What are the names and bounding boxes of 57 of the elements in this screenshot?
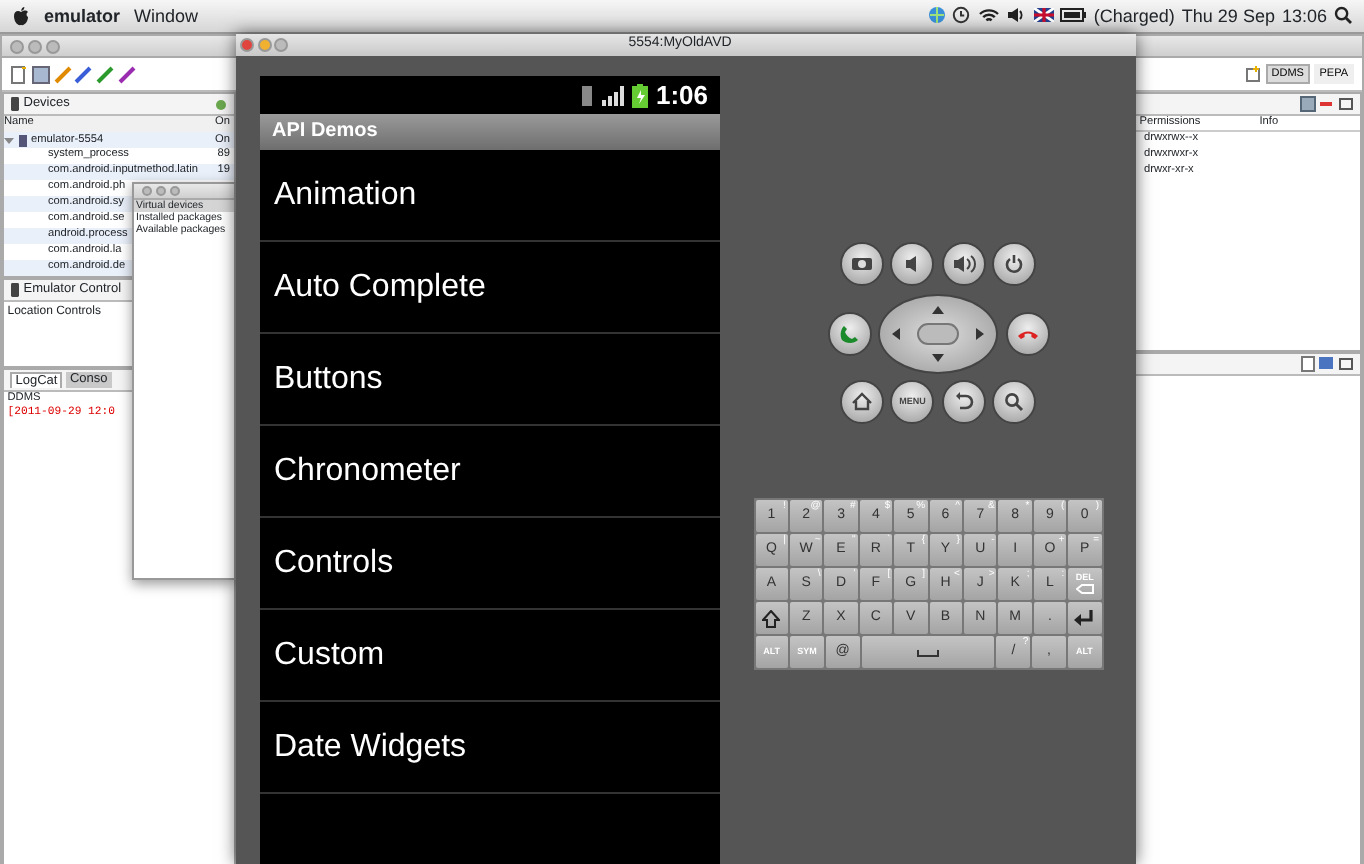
list-item[interactable]: Animation [260, 150, 720, 242]
clock-icon[interactable] [952, 6, 971, 25]
date-text: Thu 29 Sep [1181, 5, 1275, 27]
hang-up-button[interactable] [1005, 311, 1049, 355]
enter-arrow-icon [1074, 610, 1095, 626]
search-button[interactable] [992, 380, 1037, 424]
space-bar-icon [916, 646, 940, 658]
volume-up-button[interactable] [941, 242, 986, 286]
battery-status: (Charged) [1093, 5, 1175, 27]
globe-icon[interactable] [927, 6, 946, 25]
camera-icon [849, 252, 874, 276]
clock-time[interactable]: 13:06 [1281, 5, 1327, 27]
list-item[interactable]: Buttons [260, 334, 720, 426]
minus-icon[interactable] [1318, 96, 1335, 112]
list-item[interactable]: Auto Complete [260, 242, 720, 334]
phone-handset-icon [837, 321, 861, 345]
battery-icon[interactable] [1060, 8, 1087, 23]
shift-arrow-icon [762, 609, 781, 627]
volume-down-button[interactable] [890, 242, 935, 286]
dpad-arrows-icon [890, 303, 986, 363]
phone-icon [10, 282, 20, 298]
enter-key[interactable] [1068, 602, 1102, 634]
power-button[interactable] [992, 242, 1037, 286]
list-item[interactable]: Date Widgets [260, 702, 720, 794]
phone-icon [17, 133, 28, 147]
expanded-arrow-icon[interactable] [4, 135, 14, 145]
home-icon [849, 390, 874, 414]
camera-button[interactable] [839, 242, 884, 286]
phone-handset-button[interactable] [827, 311, 871, 355]
signal-icon [601, 85, 626, 105]
app-title-bar: API Demos [260, 114, 720, 150]
speaker-icon[interactable] [1006, 6, 1027, 25]
battery-icon [632, 83, 649, 107]
maximize-icon[interactable] [1338, 96, 1354, 112]
list-item[interactable]: Chronometer [260, 426, 720, 518]
list-item[interactable]: Custom [260, 610, 720, 702]
power-icon [1002, 252, 1027, 276]
menu-item[interactable]: Window [134, 5, 199, 27]
space-key[interactable] [861, 636, 995, 668]
app-menu[interactable]: emulator [44, 5, 121, 27]
volume-up-icon [951, 252, 976, 276]
back-arrow-button[interactable] [941, 380, 986, 424]
maximize-icon[interactable] [1338, 356, 1354, 372]
home-button[interactable] [839, 380, 884, 424]
status-time: 1:06 [655, 79, 708, 111]
flag-icon[interactable] [1033, 8, 1054, 23]
back-arrow-icon [951, 390, 976, 414]
backspace-icon [1075, 583, 1094, 594]
open-perspective-icon[interactable] [1246, 66, 1263, 82]
wifi-icon[interactable] [977, 6, 1000, 25]
shift-key[interactable] [755, 602, 788, 634]
list-item[interactable]: Controls [260, 518, 720, 610]
search-icon [1002, 390, 1027, 414]
apple-icon[interactable] [12, 6, 30, 26]
new-file-icon[interactable] [10, 65, 28, 83]
search-icon[interactable] [1334, 6, 1352, 25]
phone-icon [10, 96, 20, 112]
